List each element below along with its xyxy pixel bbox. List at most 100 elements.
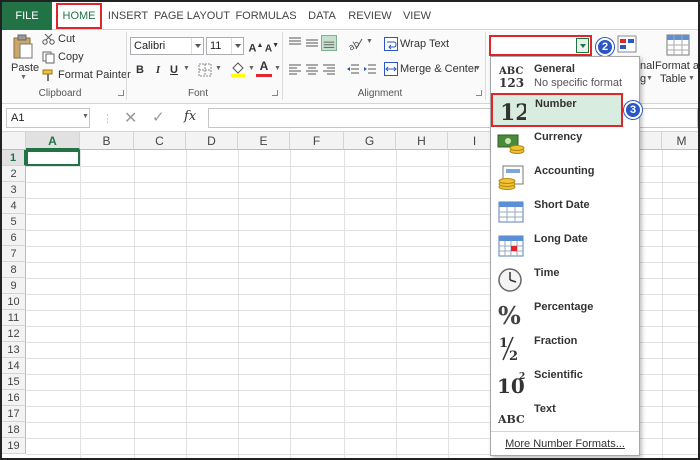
name-box-dropdown-icon[interactable]: ▼ [82,113,89,120]
currency-icon [497,134,525,154]
row-header-15[interactable]: 15 [2,374,26,390]
format-option-currency[interactable]: Currency [492,127,638,161]
column-header-h[interactable]: H [396,132,448,150]
column-header-m[interactable]: M [662,132,698,150]
increase-font-icon[interactable]: A▲ [248,38,264,55]
format-painter-button[interactable]: Format Painter [58,69,131,81]
merge-dropdown-icon[interactable]: ▼ [474,65,481,72]
tab-formulas[interactable]: FORMULAS [234,2,298,30]
underline-dropdown-icon[interactable]: ▼ [183,65,190,72]
column-header-e[interactable]: E [238,132,290,150]
accounting-icon [498,165,524,190]
bold-button[interactable]: B [132,62,148,78]
row-header-11[interactable]: 11 [2,310,26,326]
align-right-icon[interactable] [322,62,336,76]
insert-function-icon[interactable]: fx [184,109,196,124]
copy-button[interactable]: Copy [58,51,84,63]
decrease-indent-icon[interactable] [346,62,360,76]
row-header-16[interactable]: 16 [2,390,26,406]
cancel-entry-icon[interactable]: ✕ [124,108,137,128]
orientation-dropdown-icon[interactable]: ▼ [366,38,373,45]
step-badge-3: 3 [624,101,642,119]
align-bottom-icon[interactable] [321,35,337,51]
fill-color-icon[interactable] [230,61,246,78]
tab-data[interactable]: DATA [302,2,342,30]
decrease-font-icon[interactable]: A▼ [264,38,280,54]
format-option-general[interactable]: ABC 123 General No specific format [492,59,638,93]
italic-button[interactable]: I [150,62,166,78]
column-header-g[interactable]: G [344,132,396,150]
column-header-c[interactable]: C [134,132,186,150]
align-center-icon[interactable] [305,62,319,76]
font-name-combo[interactable]: Calibri [130,37,204,55]
tab-page-layout[interactable]: PAGE LAYOUT [154,2,230,30]
column-header-a[interactable]: A [26,132,80,150]
borders-icon[interactable] [198,63,212,77]
increase-indent-icon[interactable] [363,62,377,76]
column-header-d[interactable]: D [186,132,238,150]
tab-file[interactable]: FILE [2,2,52,30]
format-option-fraction[interactable]: 1 2 Fraction [492,331,638,365]
name-box[interactable]: A1 [6,108,90,128]
font-size-combo[interactable]: 11 [206,37,244,55]
confirm-entry-icon[interactable]: ✓ [152,108,165,126]
align-left-icon[interactable] [288,62,302,76]
cut-button[interactable]: Cut [58,33,75,45]
scientific-icon: 10 2 [497,372,525,395]
row-header-3[interactable]: 3 [2,182,26,198]
wrap-text-button[interactable]: Wrap Text [400,38,449,50]
tab-home[interactable]: HOME [56,3,102,29]
tab-view[interactable]: VIEW [398,2,436,30]
row-header-13[interactable]: 13 [2,342,26,358]
align-middle-icon[interactable] [305,36,319,50]
row-header-17[interactable]: 17 [2,406,26,422]
row-header-6[interactable]: 6 [2,230,26,246]
row-header-19[interactable]: 19 [2,438,26,454]
alignment-launcher[interactable] [476,90,482,96]
format-option-text[interactable]: ABC Text [492,399,638,433]
font-color-dropdown-icon[interactable]: ▼ [274,65,281,72]
row-header-9[interactable]: 9 [2,278,26,294]
font-launcher[interactable] [272,90,278,96]
row-header-8[interactable]: 8 [2,262,26,278]
row-header-4[interactable]: 4 [2,198,26,214]
row-header-10[interactable]: 10 [2,294,26,310]
format-option-percentage[interactable]: % Percentage [492,297,638,331]
grid-line [134,150,135,458]
name-box-value: A1 [11,112,25,124]
clipboard-launcher[interactable] [118,90,124,96]
chevron-down-icon[interactable] [576,38,589,53]
row-header-1[interactable]: 1 [2,150,26,166]
align-top-icon[interactable] [288,36,302,50]
row-header-12[interactable]: 12 [2,326,26,342]
tab-review[interactable]: REVIEW [346,2,394,30]
conditional-formatting-partial-label: nal [640,60,655,72]
fill-color-dropdown-icon[interactable]: ▼ [248,65,255,72]
underline-button[interactable]: U [166,62,182,78]
row-header-18[interactable]: 18 [2,422,26,438]
format-option-scientific[interactable]: 10 2 Scientific [492,365,638,399]
active-cell-a1[interactable] [26,150,80,166]
more-number-formats-link[interactable]: More Number Formats... [491,431,639,455]
number-format-combo[interactable] [489,35,592,56]
font-color-icon[interactable]: A [256,60,272,77]
select-all-corner[interactable] [2,132,26,150]
merge-center-button[interactable]: Merge & Center [400,63,478,75]
format-as-table-button[interactable]: Format as Table ▼ [655,32,698,86]
format-option-label: Currency [534,131,583,143]
tab-insert[interactable]: INSERT [106,2,150,30]
format-option-time[interactable]: Time [492,263,638,297]
paste-button[interactable]: Paste ▼ [8,32,39,84]
format-option-accounting[interactable]: Accounting [492,161,638,195]
row-header-2[interactable]: 2 [2,166,26,182]
row-header-7[interactable]: 7 [2,246,26,262]
row-header-5[interactable]: 5 [2,214,26,230]
orientation-icon[interactable]: ab [346,35,364,51]
column-header-b[interactable]: B [80,132,134,150]
row-header-14[interactable]: 14 [2,358,26,374]
format-option-long-date[interactable]: Long Date [492,229,638,263]
column-header-f[interactable]: F [290,132,344,150]
format-option-short-date[interactable]: Short Date [492,195,638,229]
borders-dropdown-icon[interactable]: ▼ [215,65,222,72]
format-option-number[interactable]: 12 Number [491,93,623,127]
